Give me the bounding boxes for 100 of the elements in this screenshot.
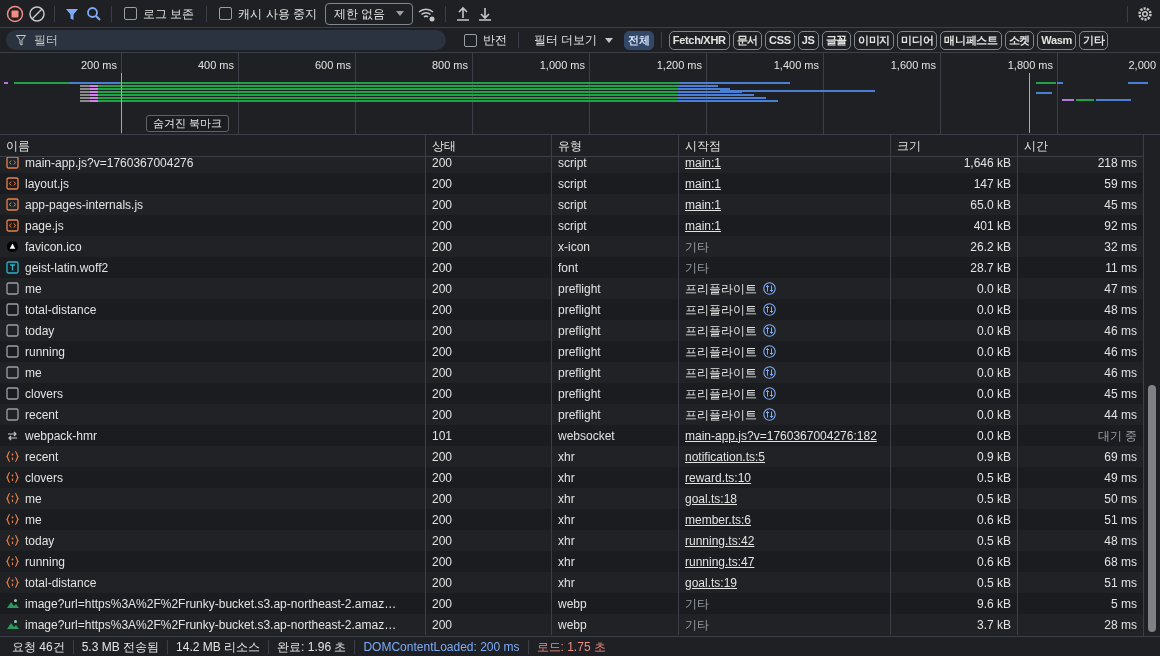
initiator-link[interactable]: main:1 bbox=[685, 174, 722, 193]
table-cell-text: preflight bbox=[558, 343, 601, 361]
filter-chip[interactable]: 전체 bbox=[624, 30, 654, 50]
filter-chip[interactable]: Wasm bbox=[1037, 30, 1076, 50]
table-cell-text: 9.6 kB bbox=[976, 595, 1011, 613]
initiator-link[interactable]: main-app.js?v=1760367004276:182 bbox=[685, 426, 877, 445]
filter-chip[interactable]: CSS bbox=[765, 30, 795, 50]
table-cell-text: xhr bbox=[558, 532, 575, 550]
filter-field[interactable]: 필터 bbox=[6, 30, 446, 50]
request-name[interactable]: me bbox=[25, 279, 42, 298]
filter-chip[interactable]: Fetch/XHR bbox=[668, 30, 730, 50]
table-cell: 218 ms bbox=[1097, 157, 1137, 172]
swap-circle-icon[interactable] bbox=[763, 303, 776, 316]
square-icon bbox=[6, 387, 19, 400]
request-name[interactable]: total-distance bbox=[25, 300, 97, 319]
script-file-icon bbox=[6, 177, 19, 190]
table-cell-text: 200 bbox=[432, 595, 453, 613]
search-icon[interactable] bbox=[85, 4, 103, 23]
table-cell-text: script bbox=[558, 217, 587, 235]
table-cell-text: webp bbox=[558, 616, 587, 634]
table-cell-text: 46 ms bbox=[1104, 364, 1137, 382]
swap-circle-icon[interactable] bbox=[763, 324, 776, 337]
scrollbar-thumb[interactable] bbox=[1148, 385, 1156, 632]
checkbox[interactable]: 반전 bbox=[460, 31, 511, 49]
request-name[interactable]: app-pages-internals.js bbox=[25, 195, 144, 214]
request-name[interactable]: favicon.ico bbox=[25, 237, 82, 256]
initiator-link[interactable]: running.ts:42 bbox=[685, 531, 755, 550]
settings-icon[interactable] bbox=[1136, 4, 1154, 23]
request-name[interactable]: image?url=https%3A%2F%2Frunky-bucket.s3.ap-northeast-2.amaz… bbox=[25, 615, 397, 634]
checkbox[interactable]: 로그 보존 bbox=[120, 4, 199, 23]
request-name[interactable]: total-distance bbox=[25, 573, 97, 592]
table-cell-text: xhr bbox=[558, 553, 575, 571]
table-cell-text: preflight bbox=[558, 280, 601, 298]
column-header[interactable]: 유형 bbox=[558, 136, 582, 155]
request-name[interactable]: image?url=https%3A%2F%2Frunky-bucket.s3.ap-northeast-2.amaz… bbox=[25, 594, 397, 613]
column-header[interactable]: 이름 bbox=[6, 136, 30, 155]
filter-chip[interactable]: 미디어 bbox=[897, 30, 938, 50]
table-cell-text: 대기 중 bbox=[1097, 427, 1137, 445]
column-header[interactable]: 시간 bbox=[1024, 136, 1048, 155]
upload-icon[interactable] bbox=[454, 4, 472, 23]
column-header[interactable]: 상태 bbox=[432, 136, 456, 155]
request-name[interactable]: geist-latin.woff2 bbox=[25, 258, 109, 277]
table-cell-text: script bbox=[558, 196, 587, 214]
checkbox[interactable]: 캐시 사용 중지 bbox=[215, 4, 321, 23]
request-name[interactable]: me bbox=[25, 363, 42, 382]
braces-icon bbox=[6, 450, 19, 463]
filter-chip[interactable]: 기타 bbox=[1079, 30, 1109, 50]
more-filters-dropdown[interactable]: 필터 더보기 bbox=[526, 31, 622, 49]
table-cell-text: 200 bbox=[432, 574, 453, 592]
initiator-link[interactable]: notification.ts:5 bbox=[685, 447, 766, 466]
filter-chip[interactable]: 소켓 bbox=[1004, 30, 1035, 50]
swap-circle-icon[interactable] bbox=[763, 345, 776, 358]
initiator-link[interactable]: goal.ts:18 bbox=[685, 489, 738, 508]
filter-chip[interactable]: 글꼴 bbox=[821, 30, 852, 50]
filter-chip[interactable]: 이미지 bbox=[854, 30, 895, 50]
column-header[interactable]: 크기 bbox=[897, 136, 921, 155]
initiator-link[interactable]: member.ts:6 bbox=[685, 510, 752, 529]
request-name[interactable]: today bbox=[25, 321, 55, 340]
initiator-link[interactable]: main:1 bbox=[685, 216, 722, 235]
stop-recording-icon[interactable] bbox=[6, 4, 24, 23]
request-name[interactable]: main-app.js?v=1760367004276 bbox=[25, 157, 194, 172]
table-cell-text: xhr bbox=[558, 574, 575, 592]
request-name[interactable]: clovers bbox=[25, 384, 63, 403]
swap-circle-icon[interactable] bbox=[763, 408, 776, 421]
filter-chip[interactable]: 매니페스트 bbox=[940, 30, 1002, 50]
request-name[interactable]: page.js bbox=[25, 216, 64, 235]
request-name[interactable]: running bbox=[25, 552, 66, 571]
tick-label: 1,400 ms bbox=[773, 58, 819, 73]
table-cell-text: 65.0 kB bbox=[970, 196, 1011, 214]
request-name[interactable]: running bbox=[25, 342, 66, 361]
table-cell-text: xhr bbox=[558, 448, 575, 466]
request-name[interactable]: layout.js bbox=[25, 174, 70, 193]
request-name[interactable]: recent bbox=[25, 447, 59, 466]
square-icon bbox=[6, 408, 19, 421]
throttling-dropdown[interactable]: 제한 없음 bbox=[325, 2, 413, 25]
column-header[interactable]: 시작점 bbox=[685, 136, 721, 155]
request-name[interactable]: webpack-hmr bbox=[25, 426, 98, 445]
table-cell-text: 프리플라이트 bbox=[685, 364, 757, 382]
request-name[interactable]: me bbox=[25, 489, 42, 508]
swap-circle-icon[interactable] bbox=[763, 366, 776, 379]
table-cell-text: 0.0 kB bbox=[976, 322, 1011, 340]
swap-circle-icon[interactable] bbox=[763, 387, 776, 400]
initiator-link[interactable]: main:1 bbox=[685, 195, 722, 214]
filter-chip[interactable]: JS bbox=[797, 30, 819, 50]
table-cell-text: 기타 bbox=[685, 238, 709, 256]
table-cell-text: 프리플라이트 bbox=[685, 385, 757, 403]
initiator-link[interactable]: reward.ts:10 bbox=[685, 468, 752, 487]
swap-circle-icon[interactable] bbox=[763, 282, 776, 295]
initiator-link[interactable]: running.ts:47 bbox=[685, 552, 755, 571]
request-name[interactable]: clovers bbox=[25, 468, 63, 487]
square-icon bbox=[6, 282, 19, 295]
clear-icon[interactable] bbox=[28, 4, 46, 23]
filter-chip[interactable]: 문서 bbox=[732, 30, 763, 50]
table-cell-text: 기타 bbox=[685, 259, 709, 277]
table-cell-text: 200 bbox=[432, 385, 453, 403]
initiator-link[interactable]: main:1 bbox=[685, 157, 722, 172]
request-name[interactable]: today bbox=[25, 531, 55, 550]
request-name[interactable]: me bbox=[25, 510, 42, 529]
request-name[interactable]: recent bbox=[25, 405, 59, 424]
initiator-link[interactable]: goal.ts:19 bbox=[685, 573, 738, 592]
